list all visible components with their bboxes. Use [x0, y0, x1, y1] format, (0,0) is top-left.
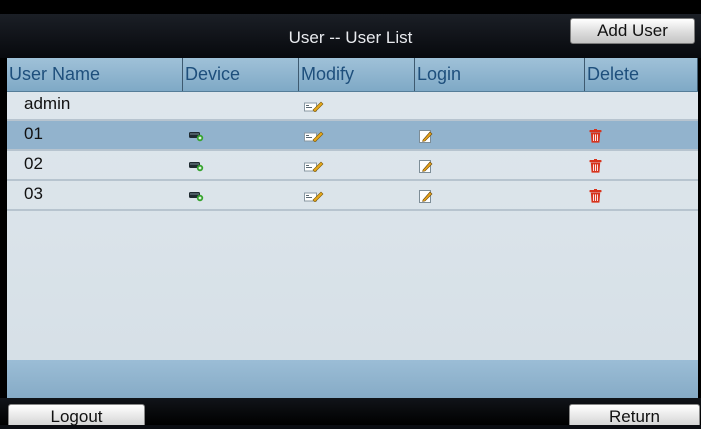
device-cell[interactable]	[188, 159, 204, 177]
edit-pencil-icon[interactable]	[419, 159, 433, 173]
login-cell[interactable]	[419, 189, 433, 208]
trash-icon[interactable]	[589, 129, 602, 143]
user-table: User Name Device Modify Login Delete adm…	[7, 58, 698, 398]
table-row[interactable]: 03	[7, 181, 698, 211]
user-list-screen: User -- User List Add User User Name Dev…	[0, 0, 701, 426]
column-header-modify: Modify	[299, 58, 415, 91]
user-name-cell: 03	[24, 184, 43, 203]
device-cell[interactable]	[188, 129, 204, 147]
device-icon[interactable]	[188, 130, 204, 142]
device-icon[interactable]	[188, 160, 204, 172]
column-header-user-name: User Name	[7, 58, 183, 91]
table-row[interactable]: 02	[7, 151, 698, 181]
login-cell[interactable]	[419, 159, 433, 178]
logout-button[interactable]: Logout	[8, 404, 145, 426]
table-row[interactable]: admin	[7, 91, 698, 121]
column-header-delete: Delete	[585, 58, 698, 91]
modify-icon[interactable]	[304, 190, 324, 203]
modify-icon[interactable]	[304, 100, 324, 113]
edit-pencil-icon[interactable]	[419, 129, 433, 143]
title-bar: User -- User List Add User	[0, 14, 701, 58]
return-button[interactable]: Return	[569, 404, 700, 426]
column-header-device: Device	[183, 58, 299, 91]
modify-cell[interactable]	[304, 189, 324, 207]
modify-cell[interactable]	[304, 159, 324, 177]
delete-cell[interactable]	[589, 159, 602, 178]
table-header: User Name Device Modify Login Delete	[7, 58, 698, 92]
device-icon[interactable]	[188, 190, 204, 202]
modify-icon[interactable]	[304, 130, 324, 143]
edit-pencil-icon[interactable]	[419, 189, 433, 203]
trash-icon[interactable]	[589, 189, 602, 203]
table-footer	[7, 360, 698, 398]
modify-cell[interactable]	[304, 99, 324, 117]
add-user-button[interactable]: Add User	[570, 18, 695, 44]
table-row[interactable]: 01	[7, 121, 698, 151]
user-name-cell: 02	[24, 154, 43, 173]
column-header-login: Login	[415, 58, 585, 91]
user-name-cell: admin	[24, 94, 71, 113]
login-cell[interactable]	[419, 129, 433, 148]
delete-cell[interactable]	[589, 189, 602, 208]
delete-cell[interactable]	[589, 129, 602, 148]
bottom-bar: Logout Return	[0, 398, 701, 426]
trash-icon[interactable]	[589, 159, 602, 173]
modify-icon[interactable]	[304, 160, 324, 173]
user-name-cell: 01	[24, 124, 43, 143]
modify-cell[interactable]	[304, 129, 324, 147]
device-cell[interactable]	[188, 189, 204, 207]
